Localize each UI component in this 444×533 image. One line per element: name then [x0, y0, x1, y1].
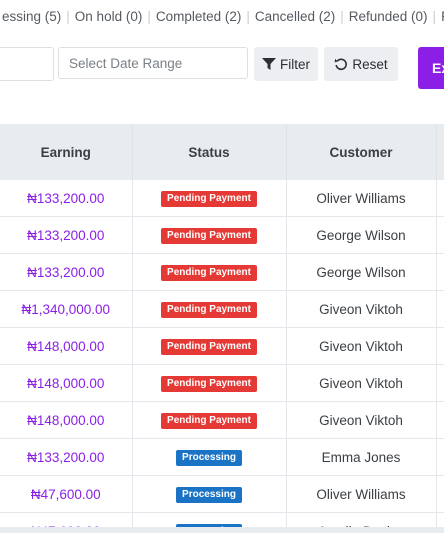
column-header-earning[interactable]: Earning [0, 124, 133, 180]
overflow-cell [436, 290, 444, 328]
table-row[interactable]: ₦133,200.00 Pending Payment Oliver William… [0, 180, 444, 217]
table-row[interactable]: ₦47,600.00 Processing Oliver Williams [0, 475, 444, 513]
customer-cell: Giveon Viktoh [286, 401, 437, 439]
reset-icon [334, 57, 352, 71]
table-row[interactable]: ₦133,200.00 Processing Emma Jones [0, 438, 444, 476]
column-header-customer[interactable]: Customer [286, 124, 437, 180]
status-separator: | [66, 9, 70, 24]
search-input[interactable] [0, 47, 54, 81]
date-range-input[interactable] [58, 47, 248, 79]
status-cell: Pending Payment [132, 216, 287, 254]
order-status-filters: essing (5) | On hold (0) | Completed (2) | Can… [0, 6, 444, 28]
earning-cell: ₦148,000.00 [0, 327, 133, 365]
earning-cell: ₦148,000.00 [0, 364, 133, 402]
status-cell: Pending Payment [132, 327, 287, 365]
column-header-status[interactable]: Status [132, 124, 287, 180]
earning-cell: ₦148,000.00 [0, 401, 133, 439]
earning-cell: ₦1,340,000.00 [0, 290, 133, 328]
status-cell: Pending Payment [132, 180, 287, 217]
overflow-cell [436, 253, 444, 291]
earning-cell: ₦133,200.00 [0, 253, 133, 291]
overflow-cell [436, 438, 444, 476]
status-separator: | [246, 9, 250, 24]
table-row[interactable]: ₦148,000.00 Pending Payment Giveon Viktoh [0, 401, 444, 439]
status-badge: Pending Payment [161, 191, 257, 207]
overflow-cell [436, 364, 444, 402]
table-row[interactable]: ₦133,200.00 Pending Payment George Wilson [0, 216, 444, 254]
status-filter-processing[interactable]: essing (5) [0, 6, 63, 28]
status-badge: Pending Payment [161, 265, 257, 281]
table-row[interactable]: ₦133,200.00 Pending Payment George Wilson [0, 253, 444, 291]
customer-cell: Emma Jones [286, 438, 437, 476]
table-header-row: Earning Status Customer [0, 124, 444, 180]
status-filter-refunded[interactable]: Refunded (0) [347, 6, 430, 28]
status-badge: Processing [176, 487, 242, 503]
earning-cell: ₦133,200.00 [0, 180, 133, 217]
reset-button-label: Reset [352, 56, 388, 72]
export-button[interactable]: Ex [418, 47, 444, 89]
status-separator: | [147, 9, 151, 24]
earning-cell: ₦133,200.00 [0, 216, 133, 254]
status-badge: Pending Payment [161, 339, 257, 355]
customer-cell: Giveon Viktoh [286, 364, 437, 402]
column-header-overflow [436, 124, 444, 180]
reset-button[interactable]: Reset [324, 47, 398, 81]
filter-icon [262, 58, 280, 70]
overflow-cell [436, 180, 444, 217]
overflow-cell [436, 327, 444, 365]
customer-cell: George Wilson [286, 216, 437, 254]
status-cell: Pending Payment [132, 253, 287, 291]
customer-cell: Giveon Viktoh [286, 290, 437, 328]
overflow-cell [436, 475, 444, 513]
status-badge: Pending Payment [161, 228, 257, 244]
orders-table-container: Earning Status Customer ₦133,200.00 Pendi… [0, 124, 444, 533]
overflow-cell [436, 216, 444, 254]
customer-cell: Giveon Viktoh [286, 327, 437, 365]
status-cell: Processing [132, 438, 287, 476]
export-button-label: Ex [432, 60, 444, 76]
status-badge: Pending Payment [161, 302, 257, 318]
status-filter-failed[interactable]: Fa [439, 6, 444, 28]
overflow-cell [436, 401, 444, 439]
status-separator: | [340, 9, 344, 24]
status-filter-completed[interactable]: Completed (2) [154, 6, 244, 28]
table-row[interactable]: ₦148,000.00 Pending Payment Giveon Viktoh [0, 327, 444, 365]
customer-cell: Oliver Williams [286, 475, 437, 513]
earning-cell: ₦47,600.00 [0, 475, 133, 513]
customer-cell: Oliver Williams [286, 180, 437, 217]
status-cell: Processing [132, 475, 287, 513]
status-separator: | [432, 9, 437, 24]
status-cell: Pending Payment [132, 401, 287, 439]
horizontal-scrollbar[interactable] [0, 527, 444, 533]
status-badge: Processing [176, 450, 242, 466]
filter-button-label: Filter [280, 56, 310, 72]
table-row[interactable]: ₦148,000.00 Pending Payment Giveon Viktoh [0, 364, 444, 402]
earning-cell: ₦133,200.00 [0, 438, 133, 476]
filter-button[interactable]: Filter [254, 47, 318, 81]
orders-table: Earning Status Customer ₦133,200.00 Pendi… [0, 124, 444, 533]
table-row[interactable]: ₦1,340,000.00 Pending Payment Giveon Vikto… [0, 290, 444, 328]
status-cell: Pending Payment [132, 364, 287, 402]
status-badge: Pending Payment [161, 413, 257, 429]
status-cell: Pending Payment [132, 290, 287, 328]
status-filter-on-hold[interactable]: On hold (0) [73, 6, 145, 28]
customer-cell: George Wilson [286, 253, 437, 291]
status-badge: Pending Payment [161, 376, 257, 392]
status-filter-cancelled[interactable]: Cancelled (2) [253, 6, 337, 28]
